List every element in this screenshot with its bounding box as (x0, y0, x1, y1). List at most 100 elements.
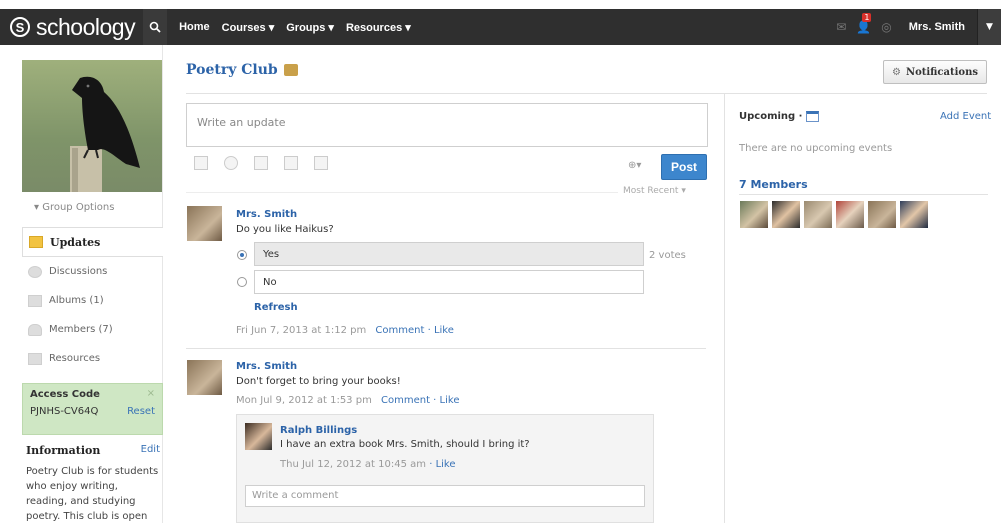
update-input[interactable]: Write an update (186, 103, 708, 147)
add-event-link[interactable]: Add Event (940, 111, 991, 122)
like-link[interactable]: Like (436, 459, 456, 470)
avatar[interactable] (740, 201, 768, 228)
comment-text: I have an extra book Mrs. Smith, should … (280, 439, 530, 450)
gear-icon: ⚙ (891, 66, 901, 78)
attach-media-icon[interactable] (314, 156, 328, 170)
group-nav: Updates Discussions Albums (1) Members (… (22, 227, 163, 373)
sidebar-item-albums[interactable]: Albums (1) (22, 286, 163, 315)
poll-option-no[interactable]: No (254, 270, 644, 294)
like-link[interactable]: Like (434, 325, 454, 336)
privacy-chevron-down-icon[interactable]: ⊕▾ (628, 160, 641, 171)
poll-vote-count: 2 votes (649, 250, 686, 261)
divider (186, 192, 618, 193)
poll-icon[interactable] (284, 156, 298, 170)
reset-link[interactable]: Reset (127, 406, 155, 417)
upcoming-label: Upcoming · (739, 111, 803, 122)
information-section: Information Edit Poetry Club is for stud… (26, 444, 160, 523)
schoology-logo[interactable]: S schoology (10, 13, 136, 41)
divider (739, 194, 988, 195)
attach-file-icon[interactable] (194, 156, 208, 170)
search-button[interactable] (143, 9, 168, 45)
sidebar-item-label: Albums (1) (49, 295, 104, 306)
upcoming-title: Upcoming · (739, 111, 820, 122)
resources-icon (28, 352, 42, 365)
post-meta: Fri Jun 7, 2013 at 1:12 pm Comment · Lik… (236, 325, 454, 336)
information-title: Information (26, 444, 101, 457)
poll-option-yes[interactable]: Yes (254, 242, 644, 266)
refresh-link[interactable]: Refresh (254, 302, 298, 313)
nav-home[interactable]: Home (179, 21, 210, 34)
avatar[interactable] (900, 201, 928, 228)
nav-groups[interactable]: Groups ▾ (286, 21, 334, 34)
calendar-icon[interactable] (806, 111, 820, 122)
members-title[interactable]: 7 Members (739, 178, 808, 191)
like-link[interactable]: Like (440, 395, 460, 406)
poll-option-label: Yes (263, 248, 280, 260)
avatar[interactable] (868, 201, 896, 228)
comment-input[interactable]: Write a comment (245, 485, 645, 507)
updates-icon (29, 236, 43, 248)
access-code-value: PJNHS-CV64Q (30, 406, 99, 417)
edit-link[interactable]: Edit (141, 444, 160, 457)
logo-mark-icon: S (10, 17, 30, 37)
top-nav-bar: S schoology Home Courses ▾ Groups ▾ Reso… (0, 9, 1001, 45)
divider (186, 348, 706, 349)
notifications-icon[interactable]: ◎ (881, 20, 891, 34)
poll-option-label: No (263, 276, 277, 288)
album-icon (28, 294, 42, 307)
group-title: Poetry Club (186, 62, 278, 78)
post-button[interactable]: Post (661, 154, 707, 180)
nav-courses[interactable]: Courses ▾ (222, 21, 275, 34)
group-picture (22, 60, 162, 192)
avatar[interactable] (187, 206, 222, 241)
information-text: Poetry Club is for students who enjoy wr… (26, 466, 159, 522)
comment-link[interactable]: Comment (381, 395, 430, 406)
sidebar-item-discussions[interactable]: Discussions (22, 257, 163, 286)
requests-icon[interactable]: 👤 1 (856, 13, 872, 34)
sidebar-item-label: Updates (50, 235, 101, 249)
avatar[interactable] (187, 360, 222, 395)
post-meta: Mon Jul 9, 2012 at 1:53 pm Comment · Lik… (236, 395, 460, 406)
post-date: Mon Jul 9, 2012 at 1:53 pm (236, 395, 372, 406)
messages-icon[interactable]: ✉ (836, 20, 846, 34)
comment-date: Thu Jul 12, 2012 at 10:45 am (280, 459, 427, 470)
user-name[interactable]: Mrs. Smith (909, 21, 965, 33)
attach-resource-icon[interactable] (254, 156, 268, 170)
post-author[interactable]: Mrs. Smith (236, 361, 297, 372)
sidebar-item-label: Discussions (49, 266, 108, 277)
post-text: Don't forget to bring your books! (236, 376, 401, 387)
poll-radio-yes[interactable] (237, 250, 247, 260)
nav-resources[interactable]: Resources ▾ (346, 21, 411, 34)
comment-meta: Thu Jul 12, 2012 at 10:45 am · Like (280, 459, 456, 470)
notifications-button[interactable]: ⚙ Notifications (882, 60, 987, 84)
close-icon[interactable]: × (147, 388, 155, 399)
raven-image (70, 76, 140, 192)
avatar[interactable] (836, 201, 864, 228)
avatar[interactable] (772, 201, 800, 228)
post-date: Fri Jun 7, 2013 at 1:12 pm (236, 325, 367, 336)
logo-text: schoology (36, 13, 136, 40)
sort-dropdown[interactable]: Most Recent ▾ (623, 186, 686, 196)
group-icon (283, 64, 298, 76)
sidebar-item-resources[interactable]: Resources (22, 344, 163, 373)
poll-radio-no[interactable] (237, 277, 247, 287)
post-author[interactable]: Mrs. Smith (236, 209, 297, 220)
comment-link[interactable]: Comment (375, 325, 424, 336)
member-avatars (740, 201, 932, 228)
column-divider (724, 93, 725, 523)
access-code-box: × Access Code PJNHS-CV64Q Reset (22, 383, 163, 435)
composer-toolbar (194, 156, 344, 170)
avatar[interactable] (804, 201, 832, 228)
attach-link-icon[interactable] (224, 156, 238, 170)
sidebar-item-updates[interactable]: Updates (22, 227, 163, 257)
user-menu-chevron-icon[interactable]: ▼ (977, 9, 1001, 45)
comment-author[interactable]: Ralph Billings (280, 425, 357, 436)
sidebar-item-members[interactable]: Members (7) (22, 315, 163, 344)
no-events-text: There are no upcoming events (739, 143, 893, 154)
notification-badge: 1 (862, 13, 872, 22)
group-options-menu[interactable]: ▾ Group Options (34, 202, 114, 213)
notifications-label: Notifications (905, 66, 978, 78)
page-title: Poetry Club (186, 62, 298, 78)
search-icon (149, 21, 161, 33)
avatar[interactable] (245, 423, 272, 450)
